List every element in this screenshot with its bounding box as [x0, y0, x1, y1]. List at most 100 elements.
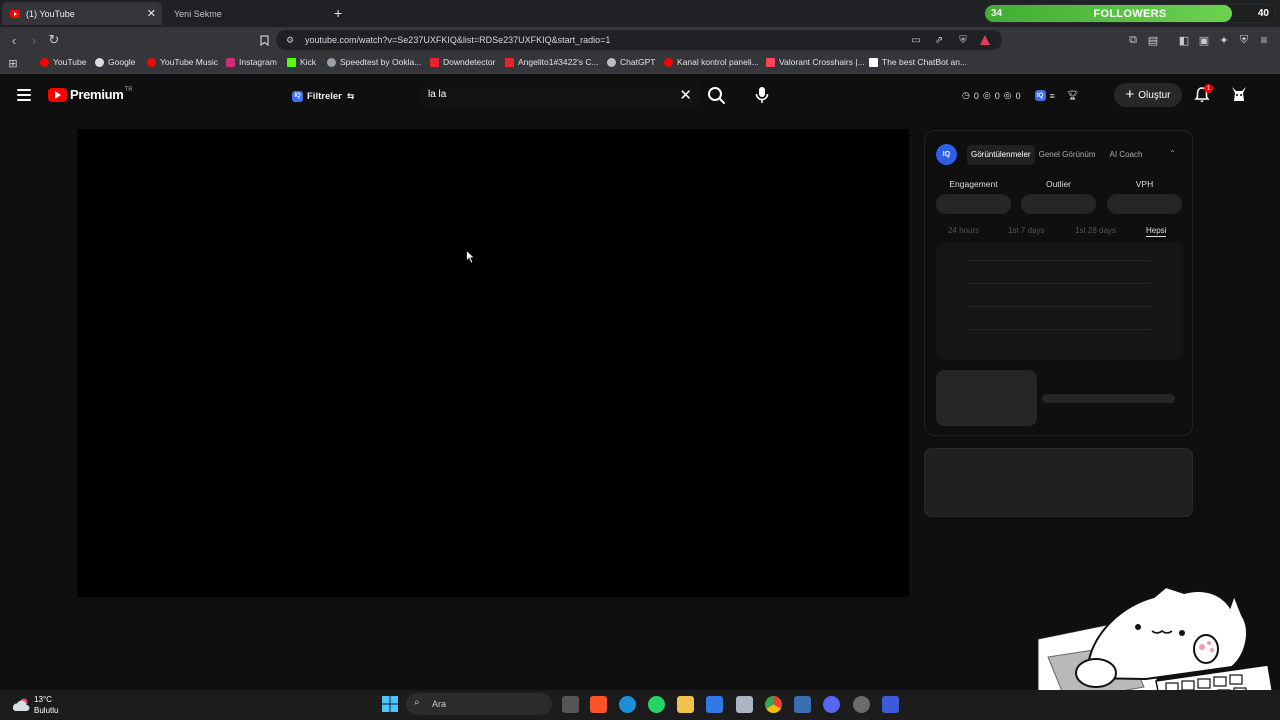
microphone-icon: [755, 87, 769, 103]
weather-widget[interactable]: 13°C Bulutlu: [12, 694, 58, 716]
range-first-7-days[interactable]: 1st 7 days: [1008, 226, 1044, 235]
brave-rewards-icon[interactable]: [977, 32, 993, 48]
downdetector-icon: [430, 57, 439, 67]
collapse-chevron-up-icon[interactable]: ⌃: [1169, 149, 1176, 158]
file-explorer-icon[interactable]: [677, 696, 694, 713]
share-icon[interactable]: ⇗: [931, 32, 947, 48]
filters-button[interactable]: IQ Filtreler ⇆: [292, 87, 354, 105]
tab-genel-gorunum[interactable]: Genel Görünüm: [1035, 145, 1100, 165]
whatsapp-icon[interactable]: [648, 696, 665, 713]
bookmark-downdetector[interactable]: Downdetector: [430, 57, 495, 67]
windows-start-icon[interactable]: [382, 696, 398, 712]
tab-ai-coach[interactable]: AI Coach: [1106, 145, 1147, 165]
speedtest-icon: [327, 57, 336, 67]
metric-engagement-label: Engagement: [949, 179, 998, 189]
search-input[interactable]: la la ✕: [418, 81, 702, 109]
bookmark-chatgpt[interactable]: ChatGPT: [607, 57, 655, 67]
apps-grid-icon[interactable]: ⊞: [5, 55, 21, 71]
weather-desc: Bulutlu: [34, 706, 59, 715]
menu-icon[interactable]: ≡: [1256, 32, 1272, 48]
notification-badge: 1: [1204, 84, 1213, 93]
vidiq-panel: IQ Görüntülenmeler Genel Görünüm AI Coac…: [924, 130, 1193, 436]
instagram-icon: [226, 57, 235, 67]
voice-search-button[interactable]: [751, 84, 773, 106]
app-icon[interactable]: [882, 696, 899, 713]
forward-icon[interactable]: ›: [26, 32, 42, 48]
extensions-icon[interactable]: ⧉: [1125, 32, 1141, 48]
settings-gear-icon[interactable]: [794, 696, 811, 713]
cast-icon[interactable]: ▭: [908, 32, 924, 48]
photos-icon[interactable]: [736, 696, 753, 713]
bookmark-instagram[interactable]: Instagram: [226, 57, 277, 67]
youtube-header: Premium TR IQ Filtreler ⇆ la la ✕ ◷ 0 ◎ 0 …: [0, 78, 1280, 114]
video-thumbnail-placeholder: [936, 370, 1037, 426]
youtube-studio-icon: [664, 57, 673, 67]
range-all[interactable]: Hepsi: [1146, 226, 1167, 237]
url-text: youtube.com/watch?v=Se237UXFKIQ&list=RDS…: [305, 35, 611, 45]
tab-label: Yeni Sekme: [174, 8, 222, 19]
wallet-icon[interactable]: ▤: [1145, 32, 1161, 48]
vidiq-stats: ◷ 0 ◎ 0 ◎ 0 IQ ≡ 🏆︎: [962, 90, 1079, 101]
list-icon[interactable]: ≡: [1050, 91, 1055, 101]
range-first-28-days[interactable]: 1st 28 days: [1075, 226, 1116, 235]
tab-new-tab[interactable]: Yeni Sekme: [166, 2, 326, 25]
bookmark-chatbot[interactable]: The best ChatBot an...: [869, 57, 967, 67]
vidiq-icon: IQ: [292, 90, 303, 102]
taskbar-search-input[interactable]: ⌕ Ara: [406, 693, 552, 715]
followers-goal: 40: [1257, 8, 1269, 19]
reload-icon[interactable]: ↻: [46, 32, 62, 48]
video-player[interactable]: [77, 129, 909, 597]
steam-icon[interactable]: [853, 696, 870, 713]
youtube-premium-logo[interactable]: Premium TR: [48, 87, 133, 102]
discord-icon[interactable]: [823, 696, 840, 713]
panel-tabs: IQ Görüntülenmeler Genel Görünüm AI Coac…: [936, 144, 1146, 165]
bookmark-speedtest[interactable]: Speedtest by Ookla...: [327, 57, 421, 67]
guide-menu-icon[interactable]: [17, 89, 31, 101]
search-button[interactable]: [704, 84, 728, 106]
metric-outlier-label: Outlier: [1045, 179, 1072, 189]
metric-outlier-placeholder: [1021, 194, 1096, 214]
chrome-icon[interactable]: [765, 696, 782, 713]
brave-browser-icon[interactable]: [590, 696, 607, 713]
followers-label: FOLLOWERS: [1093, 8, 1167, 20]
edge-browser-icon[interactable]: [619, 696, 636, 713]
bookmark-youtube[interactable]: YouTube: [40, 57, 86, 67]
sidebar-icon[interactable]: ◧: [1176, 32, 1192, 48]
windows-taskbar: 13°C Bulutlu ⌕ Ara: [0, 690, 1280, 720]
bookmark-angelito[interactable]: Angelito1#3422's C...: [505, 57, 599, 67]
site-info-icon[interactable]: ⚙: [282, 32, 298, 48]
range-24-hours[interactable]: 24 hours: [948, 226, 979, 235]
profile-icon: [505, 57, 514, 67]
address-bar[interactable]: ⚙ youtube.com/watch?v=Se237UXFKIQ&list=R…: [276, 30, 1002, 50]
tab-youtube[interactable]: (1) YouTube ✕: [2, 2, 162, 25]
tabs-icon[interactable]: ▣: [1196, 32, 1212, 48]
bookmark-google[interactable]: Google: [95, 57, 135, 67]
cloudy-weather-icon: [12, 698, 30, 711]
back-icon[interactable]: ‹: [6, 32, 22, 48]
mouse-cursor-icon: [466, 250, 476, 264]
youtube-music-icon: [147, 57, 156, 67]
mail-icon[interactable]: [706, 696, 723, 713]
bookmark-icon[interactable]: [256, 32, 272, 48]
leo-ai-icon[interactable]: ✦: [1216, 32, 1232, 48]
new-tab-plus-icon[interactable]: +: [334, 5, 342, 21]
brave-shield-icon[interactable]: ⛨: [955, 32, 971, 48]
bookmark-kanal-kontrol[interactable]: Kanal kontrol paneli...: [664, 57, 759, 67]
task-view-icon[interactable]: [562, 696, 579, 713]
bookmark-kick[interactable]: Kick: [287, 57, 316, 67]
tab-close-icon[interactable]: ✕: [147, 7, 156, 20]
tab-goruntulenmeler[interactable]: Görüntülenmeler: [967, 144, 1035, 165]
vidiq-icon[interactable]: IQ: [1034, 90, 1046, 101]
metric-vph-placeholder: [1107, 194, 1182, 214]
tab-label: (1) YouTube: [26, 8, 75, 19]
video-title-placeholder: [1042, 394, 1175, 403]
bookmark-valorant[interactable]: Valorant Crosshairs |...: [766, 57, 865, 67]
bookmark-youtube-music[interactable]: YouTube Music: [147, 57, 218, 67]
clear-search-icon[interactable]: ✕: [679, 86, 692, 104]
create-button[interactable]: + Oluştur: [1114, 83, 1182, 107]
views-chart-placeholder: [936, 242, 1183, 359]
search-value: la la: [428, 89, 447, 100]
trophy-icon[interactable]: 🏆︎: [1067, 90, 1078, 101]
vpn-icon[interactable]: ⛨: [1236, 32, 1252, 48]
account-avatar[interactable]: [1229, 85, 1249, 105]
